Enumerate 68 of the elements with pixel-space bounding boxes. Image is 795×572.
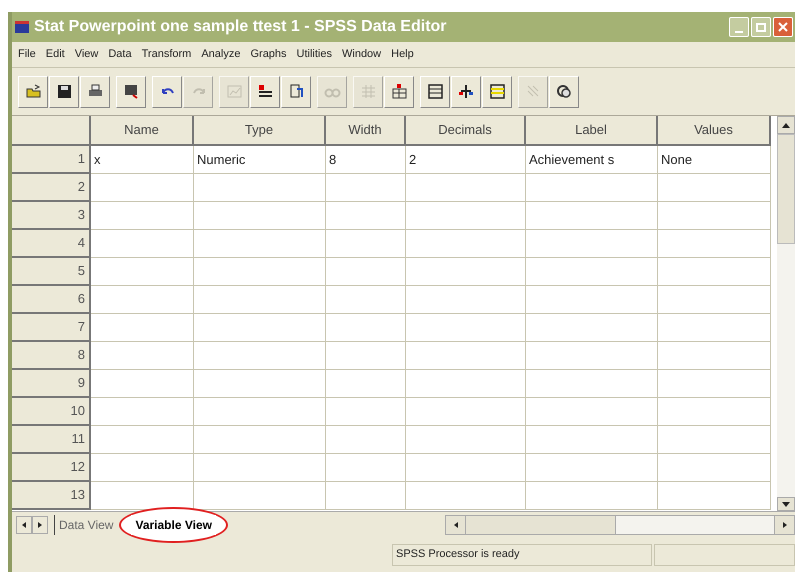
row-header[interactable]: 8 — [12, 342, 91, 370]
table-cell: 8 — [326, 146, 406, 174]
row-header[interactable]: 6 — [12, 286, 91, 314]
toolbar-button[interactable] — [49, 76, 79, 108]
scroll-thumb[interactable] — [466, 516, 616, 534]
row-header[interactable]: 1 — [12, 146, 91, 174]
column-header[interactable]: Label — [526, 116, 658, 146]
column-header[interactable]: Values — [658, 116, 771, 146]
row-header[interactable]: 13 — [12, 482, 91, 510]
toolbar-button[interactable] — [281, 76, 311, 108]
toolbar-button[interactable] — [152, 76, 182, 108]
menu-item[interactable]: Data — [108, 46, 132, 63]
right-arrow-icon — [782, 522, 786, 528]
row-header[interactable]: 2 — [12, 174, 91, 202]
close-button[interactable] — [773, 17, 793, 37]
menu-item[interactable]: Analyze — [201, 46, 240, 63]
toolbar-button[interactable] — [116, 76, 146, 108]
menu-item[interactable]: Window — [342, 46, 382, 63]
sheet-tab[interactable]: Variable View — [131, 514, 216, 534]
toolbar-button[interactable] — [384, 76, 414, 108]
status-bar-panel: SPSS Processor is ready — [392, 544, 652, 566]
row-header[interactable]: 7 — [12, 314, 91, 342]
toolbar-button[interactable] — [420, 76, 450, 108]
row-header[interactable]: 5 — [12, 258, 91, 286]
toolbar-button[interactable] — [482, 76, 512, 108]
scroll-thumb[interactable] — [777, 134, 795, 244]
menu-item[interactable]: Transform — [142, 46, 192, 63]
open-icon — [24, 83, 42, 100]
column-header[interactable]: Type — [194, 116, 326, 146]
left-arrow-icon — [22, 522, 26, 528]
toolbar-button[interactable] — [18, 76, 48, 108]
row-header[interactable]: 12 — [12, 454, 91, 482]
column-header[interactable]: Width — [326, 116, 406, 146]
row-header[interactable]: 4 — [12, 230, 91, 258]
row-header[interactable]: 3 — [12, 202, 91, 230]
row-header[interactable]: 9 — [12, 370, 91, 398]
window-title: Stat Powerpoint one sample ttest 1 - SPSS Data Editor — [34, 17, 447, 37]
row-header[interactable]: 11 — [12, 426, 91, 454]
menu-item[interactable]: Edit — [46, 46, 65, 63]
app-icon — [14, 19, 30, 35]
row-header[interactable]: 10 — [12, 398, 91, 426]
right-arrow-icon — [38, 522, 42, 528]
toolbar-button[interactable] — [549, 76, 579, 108]
save-icon — [56, 83, 72, 100]
left-arrow-icon — [454, 522, 458, 528]
vertical-scrollbar[interactable] — [777, 116, 795, 511]
table-cell: 2 — [406, 146, 526, 174]
table-cell: Numeric — [194, 146, 326, 174]
menu-item[interactable]: View — [74, 46, 98, 63]
column-header[interactable]: Name — [91, 116, 194, 146]
menu-item[interactable]: Graphs — [250, 46, 287, 63]
toolbar-button[interactable] — [250, 76, 280, 108]
table-cell: None — [658, 146, 771, 174]
menu-item[interactable]: Utilities — [296, 46, 332, 63]
column-header[interactable]: Decimals — [406, 116, 526, 146]
tab-scroll-right[interactable] — [32, 516, 48, 534]
toolbar-button[interactable] — [451, 76, 481, 108]
close-icon — [778, 22, 788, 32]
menu-item[interactable]: File — [18, 46, 36, 63]
tab-scroll-left[interactable] — [16, 516, 32, 534]
up-arrow-icon — [782, 122, 790, 128]
chart-icon — [226, 83, 242, 100]
toolbar-button[interactable] — [80, 76, 110, 108]
horizontal-scrollbar[interactable] — [445, 514, 795, 534]
down-arrow-icon — [782, 502, 790, 506]
table-cell: x — [91, 146, 194, 174]
table-cell: Achievement s — [526, 146, 658, 174]
menu-item[interactable]: Help — [391, 46, 414, 63]
